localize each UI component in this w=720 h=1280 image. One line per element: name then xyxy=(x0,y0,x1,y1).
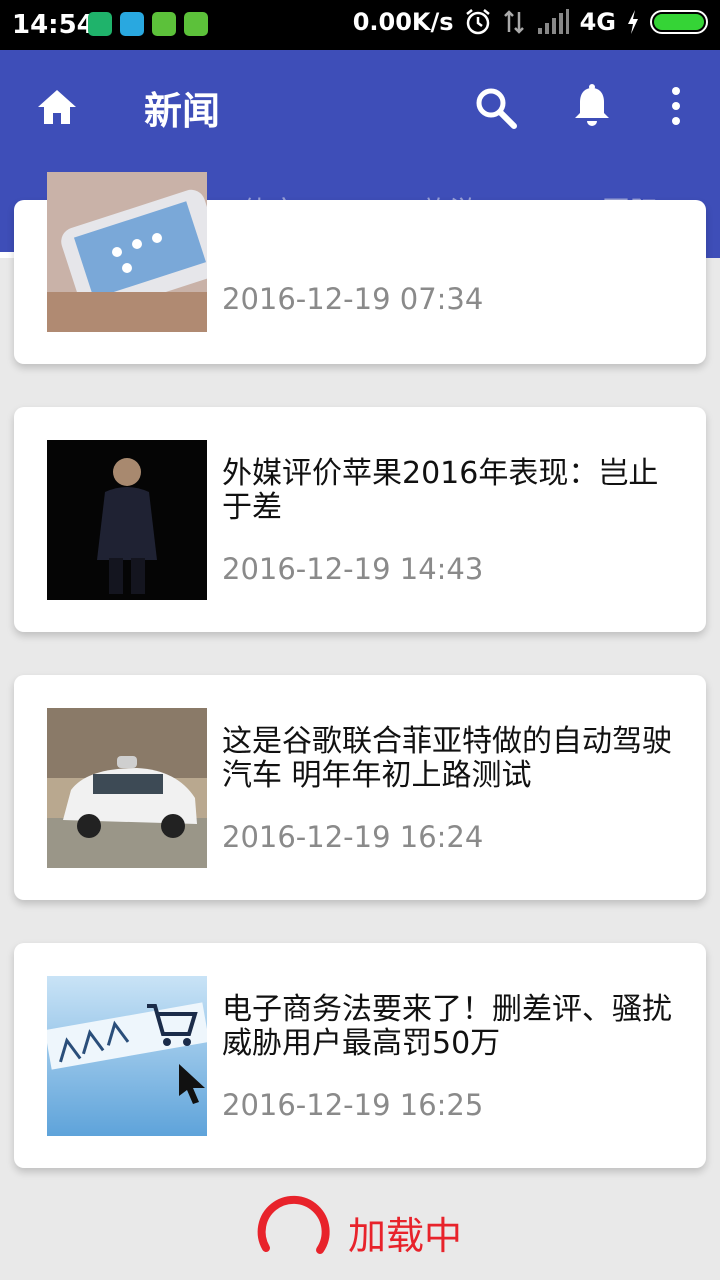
self-driving-car-image xyxy=(47,708,207,868)
news-card[interactable]: 这是谷歌联合菲亚特做的自动驾驶汽车 明年年初上路测试 2016-12-19 16… xyxy=(14,675,706,900)
news-time: 2016-12-19 16:24 xyxy=(222,820,484,854)
search-icon[interactable] xyxy=(474,86,518,130)
network-type: 4G xyxy=(579,8,616,36)
net-speed: 0.00K/s xyxy=(352,8,454,36)
alarm-icon xyxy=(465,9,490,35)
news-card[interactable]: 电子商务法要来了！删差评、骚扰威胁用户最高罚50万 2016-12-19 16:… xyxy=(14,943,706,1168)
app-notification-icon xyxy=(120,12,144,36)
loading-spinner-icon xyxy=(257,1195,330,1254)
battery-icon xyxy=(650,10,708,34)
charging-icon xyxy=(628,10,638,34)
more-vertical-icon[interactable] xyxy=(666,86,686,126)
status-time: 14:54 xyxy=(12,10,95,40)
news-time: 2016-12-19 14:43 xyxy=(222,552,484,586)
news-thumbnail xyxy=(47,976,207,1136)
phone-photo-image xyxy=(47,172,207,332)
news-time: 2016-12-19 07:34 xyxy=(222,282,484,316)
shield-icon xyxy=(88,12,112,36)
news-title: 电子商务法要来了！删差评、骚扰威胁用户最高罚50万 xyxy=(222,992,672,1061)
status-bar: 14:54 0.00K/s 4G xyxy=(0,0,720,50)
notification-icons xyxy=(88,12,208,36)
status-right: 0.00K/s 4G xyxy=(353,8,708,36)
person-stage-image xyxy=(47,440,207,600)
shopping-cart-web-image xyxy=(47,976,207,1136)
news-thumbnail xyxy=(47,440,207,600)
home-icon[interactable] xyxy=(36,86,78,128)
loading-text: 加载中 xyxy=(348,1213,463,1258)
signal-icon xyxy=(537,9,569,34)
news-card[interactable]: 2016-12-19 07:34 xyxy=(14,172,706,364)
page-title: 新闻 xyxy=(144,89,221,133)
android-icon xyxy=(184,12,208,36)
bell-icon[interactable] xyxy=(572,84,612,128)
news-title: 外媒评价苹果2016年表现：岂止于差 xyxy=(222,456,659,525)
loading-indicator: 加载中 xyxy=(254,1192,462,1272)
news-title: 这是谷歌联合菲亚特做的自动驾驶汽车 明年年初上路测试 xyxy=(222,724,672,793)
news-card[interactable]: 外媒评价苹果2016年表现：岂止于差 2016-12-19 14:43 xyxy=(14,407,706,632)
battery-app-icon xyxy=(152,12,176,36)
news-time: 2016-12-19 16:25 xyxy=(222,1088,484,1122)
news-thumbnail xyxy=(47,708,207,868)
data-arrows-icon xyxy=(503,10,524,34)
battery-level xyxy=(654,14,704,30)
news-thumbnail xyxy=(47,172,207,332)
